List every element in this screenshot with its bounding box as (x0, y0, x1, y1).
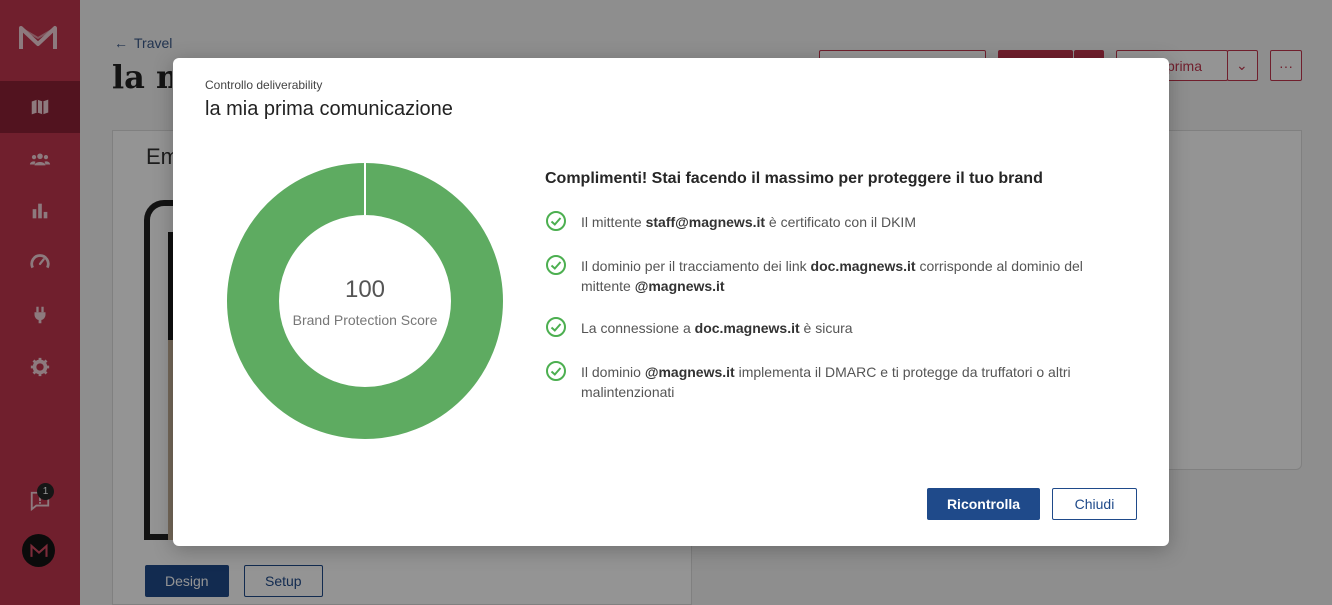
check-item: La connessione a doc.magnews.it è sicura (545, 317, 1105, 338)
score-label: Brand Protection Score (292, 312, 438, 328)
recheck-button[interactable]: Ricontrolla (927, 488, 1040, 520)
check-item: Il mittente staff@magnews.it è certifica… (545, 211, 1105, 232)
modal-title: la mia prima comunicazione (205, 98, 453, 120)
close-button[interactable]: Chiudi (1052, 488, 1137, 520)
score-value: 100 (344, 276, 386, 303)
check-circle-icon (546, 361, 566, 381)
check-text: La connessione a doc.magnews.it è sicura (581, 320, 853, 336)
check-text: Il dominio per il tracciamento dei link … (581, 258, 1083, 294)
check-item: Il dominio per il tracciamento dei link … (545, 255, 1105, 296)
check-circle-icon (546, 317, 566, 337)
check-circle-icon (546, 211, 566, 231)
modal-subtitle: Controllo deliverability (205, 78, 323, 92)
check-text: Il mittente staff@magnews.it è certifica… (581, 214, 916, 230)
check-item: Il dominio @magnews.it implementa il DMA… (545, 361, 1105, 402)
check-circle-icon (546, 255, 566, 275)
deliverability-modal: Controllo deliverability la mia prima co… (173, 58, 1169, 546)
result-heading: Complimenti! Stai facendo il massimo per… (545, 170, 1043, 187)
check-text: Il dominio @magnews.it implementa il DMA… (581, 364, 1071, 400)
